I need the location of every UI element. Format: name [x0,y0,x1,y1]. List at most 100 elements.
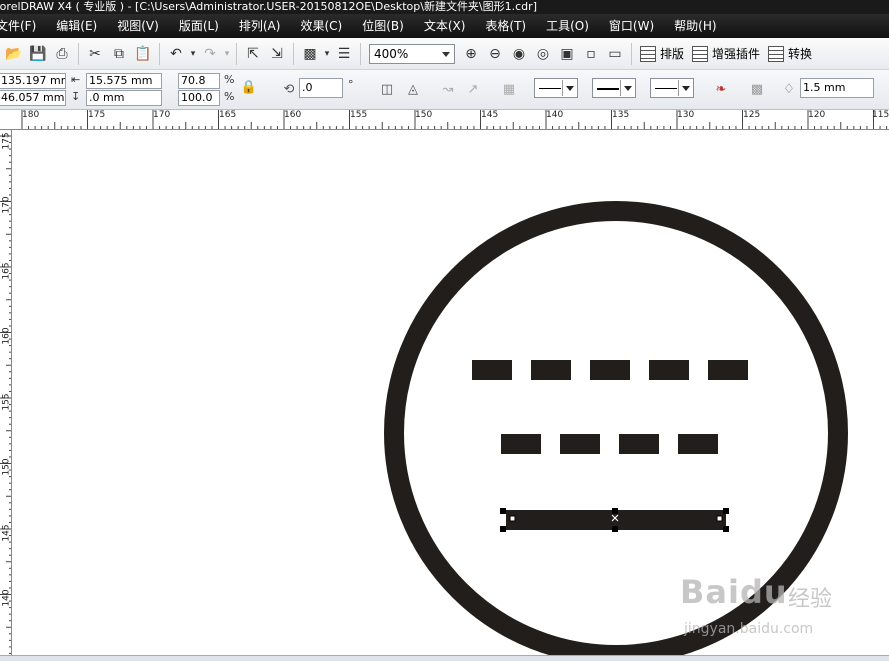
dash-shape[interactable] [708,360,748,380]
toolbar-divider [78,42,79,65]
undo-dropdown-icon[interactable]: ▾ [188,42,198,66]
menu-effects[interactable]: 效果(C) [290,14,352,38]
ruler-label: 140 [1,589,12,607]
menu-arrange[interactable]: 排列(A) [229,14,291,38]
layout-button[interactable]: 排版 [636,42,688,66]
menu-edit[interactable]: 编辑(E) [46,14,107,38]
zoom-in-icon[interactable]: ⊕ [459,42,483,66]
zoom-height-icon[interactable]: ▭ [603,42,627,66]
dash-shape[interactable] [678,434,718,454]
curve-icon[interactable]: ↗ [462,78,484,100]
plugin-icon [692,45,709,62]
title-bar: CorelDRAW X4 ( 专业版 ) - [C:\Users\Adminis… [0,0,889,14]
convert-icon [768,45,785,62]
launcher-dropdown-icon[interactable]: ▾ [322,42,332,66]
zoom-width-icon[interactable]: ▫ [579,42,603,66]
copy-icon[interactable]: ⧉ [107,42,131,66]
import-icon[interactable]: ⇱ [241,42,265,66]
print-icon[interactable]: ⎙ [50,42,74,66]
mirror-vertical-icon[interactable]: ◬ [402,78,424,100]
node-handle[interactable] [716,515,723,522]
ruler-label: 155 [350,110,368,120]
redo-icon[interactable]: ↷ [198,42,222,66]
undo-icon[interactable]: ↶ [164,42,188,66]
dash-shape[interactable] [619,434,659,454]
dash-shape[interactable] [560,434,600,454]
node-handle[interactable] [509,515,516,522]
rotation-field[interactable]: .0 [299,78,343,98]
dash-shape[interactable] [649,360,689,380]
horizontal-ruler[interactable]: 180 175 170 165 160 155 150 145 140 135 … [0,110,889,130]
application-launcher-icon[interactable]: ▩ [298,42,322,66]
zoom-all-icon[interactable]: ◎ [531,42,555,66]
menu-window[interactable]: 窗口(W) [599,14,664,38]
convert-button[interactable]: 转换 [764,42,816,66]
outline-width-select[interactable]: 1.5 mm [800,78,874,98]
menu-text[interactable]: 文本(X) [414,14,476,38]
ruler-label: 140 [546,110,564,120]
x-position-field[interactable]: 135.197 mm [0,73,66,89]
menu-help[interactable]: 帮助(H) [664,14,726,38]
menu-bitmaps[interactable]: 位图(B) [352,14,414,38]
width-icon: ⇤ [71,73,81,86]
zoom-level-select[interactable]: 400% [369,43,455,64]
layout-label: 排版 [660,47,685,61]
open-icon[interactable]: 📂 [2,42,26,66]
menu-layout[interactable]: 版面(L) [169,14,229,38]
menu-table[interactable]: 表格(T) [475,14,536,38]
dash-shape[interactable] [590,360,630,380]
watermark-url: jingyan.baidu.com [684,621,814,637]
start-arrow-select[interactable] [534,78,578,98]
to-front-icon[interactable]: ▩ [746,78,768,100]
drawing-canvas[interactable]: Baidu 经验 jingyan.baidu.com [12,130,889,656]
selection-handle[interactable] [500,508,506,514]
ruler-label: 115 [872,110,889,120]
ruler-label: 165 [219,110,237,120]
dash-shape[interactable] [472,360,512,380]
cut-icon[interactable]: ✂ [83,42,107,66]
scale-y-unit: % [224,90,235,103]
redo-dropdown-icon[interactable]: ▾ [222,42,232,66]
line-style-select[interactable] [592,78,636,98]
rotation-degree: ° [348,78,354,91]
height-field[interactable]: .0 mm [86,90,162,106]
paste-icon[interactable]: 📋 [131,42,155,66]
end-arrow-select[interactable] [650,78,694,98]
lock-ratio-icon[interactable]: 🔒 [238,76,260,98]
selection-handle[interactable] [612,526,618,532]
rotate-icon[interactable]: ⟲ [278,78,300,100]
selection-handle[interactable] [500,526,506,532]
zoom-page-icon[interactable]: ▣ [555,42,579,66]
menu-view[interactable]: 视图(V) [107,14,169,38]
plugin-button[interactable]: 增强插件 [688,42,764,66]
ruler-label: 120 [808,110,826,120]
dash-shape[interactable] [501,434,541,454]
auto-close-icon[interactable]: ↝ [437,78,459,100]
zoom-out-icon[interactable]: ⊖ [483,42,507,66]
vertical-ruler[interactable]: 175 170 165 160 155 150 145 140 [0,130,12,656]
menu-tools[interactable]: 工具(O) [536,14,599,38]
toolbar-divider [159,42,160,65]
mirror-horizontal-icon[interactable]: ◫ [376,78,398,100]
ruler-label: 180 [22,110,40,120]
dash-shape[interactable] [531,360,571,380]
ruler-label: 135 [612,110,630,120]
selection-handle[interactable] [723,508,729,514]
selection-handle[interactable] [723,526,729,532]
welcome-screen-icon[interactable]: ☰ [332,42,356,66]
export-icon[interactable]: ⇲ [265,42,289,66]
watermark-brand: Baidu [680,573,788,611]
width-field[interactable]: 15.575 mm [86,73,162,89]
selection-handle[interactable] [612,508,618,514]
outline-pen-icon[interactable]: ♢ [778,78,800,100]
scale-x-unit: % [224,73,235,86]
ruler-label: 165 [1,262,12,280]
menu-file[interactable]: 文件(F) [0,14,46,38]
save-icon[interactable]: 💾 [26,42,50,66]
scale-y-field[interactable]: 100.0 [178,90,220,106]
scale-x-field[interactable]: 70.8 [178,73,220,89]
y-position-field[interactable]: 46.057 mm [0,90,66,106]
text-wrap-icon[interactable]: ❧ [710,78,732,100]
wrap-icon[interactable]: ▦ [498,78,520,100]
zoom-selected-icon[interactable]: ◉ [507,42,531,66]
